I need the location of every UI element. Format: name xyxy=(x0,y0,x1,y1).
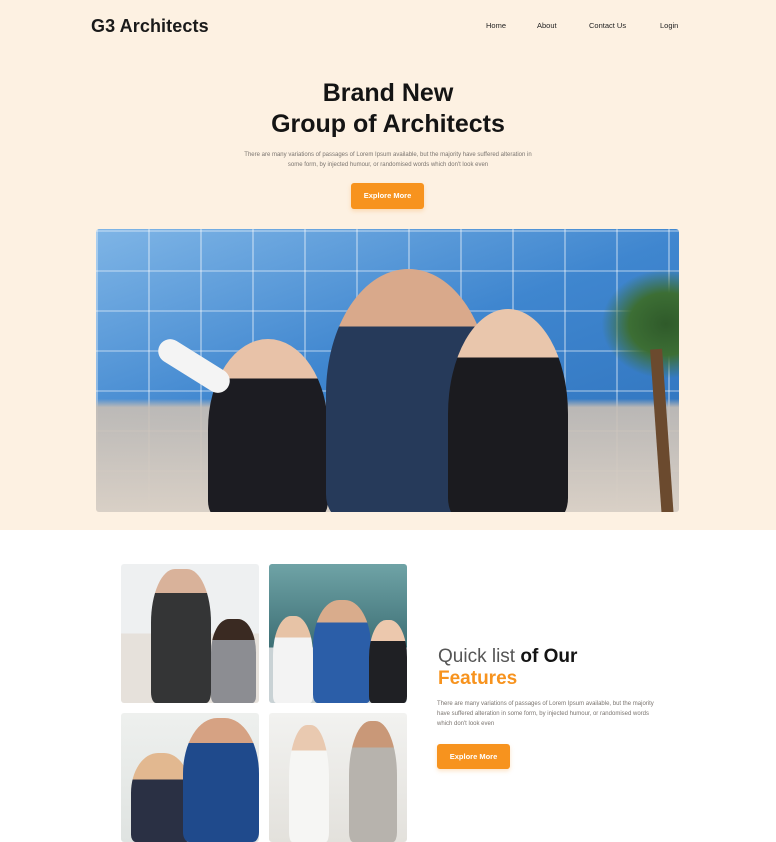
person-shape xyxy=(369,620,407,703)
feature-photo-handshake xyxy=(269,713,407,842)
hero-description: There are many variations of passages of… xyxy=(210,150,566,170)
person-shape xyxy=(289,725,329,842)
hero-description-line1: There are many variations of passages of… xyxy=(244,152,532,158)
site-logo[interactable]: G3 Architects xyxy=(91,16,209,37)
hero-title-line1: Brand New xyxy=(322,79,454,107)
hero-explore-button[interactable]: Explore More xyxy=(351,183,424,209)
person-shape xyxy=(313,600,371,703)
person-shape xyxy=(131,753,191,842)
person-shape xyxy=(183,718,259,842)
person-shape xyxy=(349,721,397,842)
person-shape xyxy=(151,569,211,703)
person-right-shape xyxy=(448,309,568,512)
person-shape xyxy=(273,616,313,703)
blueprint-roll-shape xyxy=(153,334,235,398)
features-heading: Quick list of Our Features xyxy=(438,646,577,690)
nav-contact[interactable]: Contact Us xyxy=(589,21,626,30)
person-shape xyxy=(211,619,256,703)
feature-photo-business-team xyxy=(269,564,407,703)
nav-login[interactable]: Login xyxy=(660,21,678,30)
feature-photo-office-meeting xyxy=(121,564,259,703)
nav-home[interactable]: Home xyxy=(486,21,506,30)
hero-team-photo xyxy=(96,229,679,512)
palm-tree-shape xyxy=(601,269,679,379)
features-description: There are many variations of passages of… xyxy=(437,701,654,727)
features-heading-bold: of Our xyxy=(520,646,578,667)
nav-about[interactable]: About xyxy=(537,21,557,30)
features-heading-light: Quick list xyxy=(438,646,516,667)
person-left-shape xyxy=(208,339,328,512)
feature-photo-desk-discussion xyxy=(121,713,259,842)
hero-title-line2: Group of Architects xyxy=(271,110,505,138)
hero-description-line2: some form, by injected humour, or random… xyxy=(287,162,489,168)
features-heading-accent: Features xyxy=(438,668,518,689)
features-explore-button[interactable]: Explore More xyxy=(437,744,510,769)
